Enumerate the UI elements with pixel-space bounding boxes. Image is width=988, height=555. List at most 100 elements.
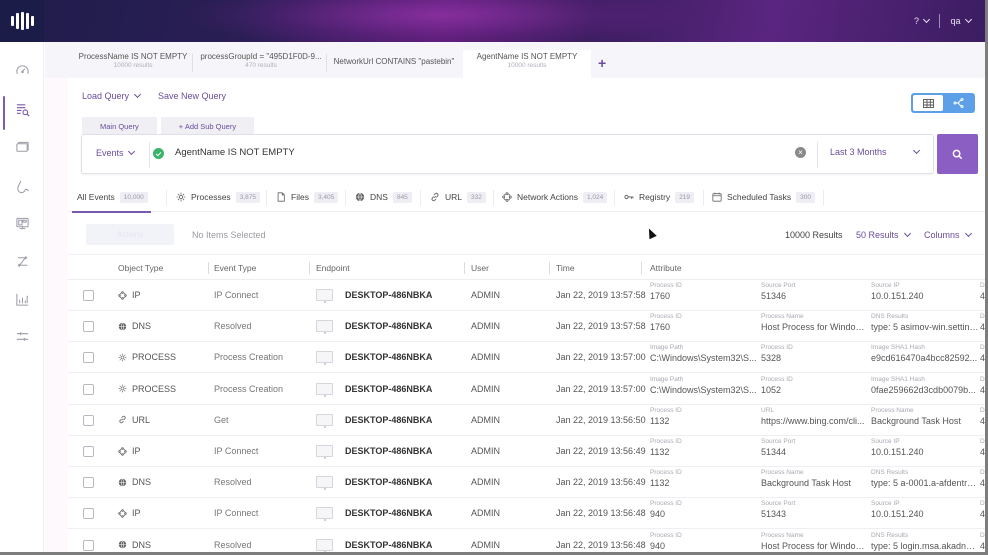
reports-chart-icon: [15, 293, 28, 306]
column-resize-handle[interactable]: [464, 262, 465, 274]
load-query-dropdown[interactable]: Load Query: [82, 90, 142, 101]
row-checkbox[interactable]: [83, 321, 94, 333]
table-row[interactable]: DNS Resolved DESKTOP-486NBKA ADMIN Jan 2…: [68, 530, 985, 552]
search-button[interactable]: [937, 134, 978, 174]
filter-network-actions[interactable]: Network Actions 1,024: [502, 182, 608, 212]
brand-logo[interactable]: [0, 0, 44, 42]
query-input[interactable]: AgentName IS NOT EMPTY: [175, 147, 295, 158]
add-sub-query-button[interactable]: + Add Sub Query: [160, 117, 255, 135]
endpoint-link[interactable]: DESKTOP-486NBKA: [345, 446, 432, 456]
row-checkbox[interactable]: [83, 508, 94, 520]
nav-endpoints[interactable]: [0, 134, 44, 160]
query-tab[interactable]: ProcessName IS NOT EMPTY 10000 results: [73, 52, 193, 78]
user-menu[interactable]: qa: [950, 15, 973, 26]
nav-devices[interactable]: [0, 210, 44, 236]
filter-url[interactable]: URL 332: [430, 182, 486, 212]
nav-event-search[interactable]: [0, 96, 44, 130]
tab-title: processGroupId = "495D1F0D-9...: [200, 52, 322, 61]
nav-reports[interactable]: [0, 286, 44, 312]
help-menu[interactable]: ?: [914, 15, 931, 26]
event-search-icon: [16, 103, 29, 116]
row-checkbox[interactable]: [83, 290, 94, 301]
attribute-value: 940: [650, 509, 666, 520]
filter-dns[interactable]: DNS 845: [355, 182, 412, 212]
row-checkbox[interactable]: [83, 446, 94, 457]
endpoint-link[interactable]: DESKTOP-486NBKA: [345, 352, 432, 362]
column-resize-handle[interactable]: [641, 262, 642, 274]
scope-dropdown[interactable]: Events: [96, 147, 135, 158]
filter-files[interactable]: Files 3,405: [276, 182, 339, 212]
tab-result-count: 10000 results: [507, 62, 547, 69]
endpoint-link[interactable]: DESKTOP-486NBKA: [345, 477, 432, 487]
file-icon: [277, 192, 285, 202]
row-checkbox[interactable]: [83, 414, 94, 426]
save-new-query-button[interactable]: Save New Query: [158, 91, 226, 101]
table-view-button[interactable]: [913, 95, 943, 111]
column-resize-handle[interactable]: [549, 262, 550, 274]
row-checkbox[interactable]: [83, 383, 94, 395]
attribute-field: Image SHA1 Hash 0fae259662d3cdb0079b...: [871, 376, 979, 395]
attribute-label: DNS Results: [871, 469, 909, 477]
time-range-chevron[interactable]: [911, 146, 921, 157]
filter-processes[interactable]: Processes 3,875: [176, 182, 260, 212]
nav-threat-hunting[interactable]: [0, 173, 44, 199]
tab-result-count: 10000 results: [113, 62, 153, 69]
column-header-endpoint[interactable]: Endpoint: [316, 263, 350, 273]
table-row[interactable]: IP IP Connect DESKTOP-486NBKA ADMIN Jan …: [68, 436, 985, 467]
divider: [817, 142, 818, 168]
columns-dropdown[interactable]: Columns: [924, 229, 972, 240]
nav-settings[interactable]: [0, 323, 44, 349]
filter-scheduled-tasks[interactable]: Scheduled Tasks 300: [712, 182, 815, 212]
column-resize-handle[interactable]: [208, 262, 209, 274]
column-header-event-type[interactable]: Event Type: [214, 263, 256, 273]
graph-view-button[interactable]: [943, 95, 973, 111]
attribute-value: 5328: [761, 353, 782, 364]
filter-registry[interactable]: Registry 219: [624, 182, 695, 212]
endpoint-link[interactable]: DESKTOP-486NBKA: [345, 508, 432, 518]
attribute-value: 10.0.151.240: [871, 447, 924, 457]
table-row[interactable]: DNS Resolved DESKTOP-486NBKA ADMIN Jan 2…: [68, 467, 985, 499]
endpoint-link[interactable]: DESKTOP-486NBKA: [345, 540, 432, 550]
endpoint-link[interactable]: DESKTOP-486NBKA: [345, 290, 432, 300]
endpoint-link[interactable]: DESKTOP-486NBKA: [345, 384, 432, 394]
column-resize-handle[interactable]: [309, 262, 310, 274]
query-tab[interactable]: processGroupId = "495D1F0D-9... 470 resu…: [195, 52, 327, 78]
clear-query-icon[interactable]: ×: [795, 147, 806, 158]
nav-network[interactable]: [0, 248, 44, 274]
table-row[interactable]: IP IP Connect DESKTOP-486NBKA ADMIN Jan …: [68, 498, 985, 530]
actions-button[interactable]: Actions: [86, 224, 174, 245]
table-row[interactable]: PROCESS Process Creation DESKTOP-486NBKA…: [68, 374, 985, 405]
main-query-tab[interactable]: Main Query: [82, 117, 157, 135]
time-cell: Jan 22, 2019 13:56:50: [556, 414, 646, 425]
attribute-label: Process Name: [761, 313, 804, 321]
endpoint-monitor-icon: [316, 445, 333, 459]
endpoint-link[interactable]: DESKTOP-486NBKA: [345, 415, 432, 425]
table-row[interactable]: IP IP Connect DESKTOP-486NBKA ADMIN Jan …: [68, 280, 985, 311]
endpoint-link[interactable]: DESKTOP-486NBKA: [345, 321, 432, 331]
table-row[interactable]: DNS Resolved DESKTOP-486NBKA ADMIN Jan 2…: [68, 311, 985, 343]
add-tab-button[interactable]: +: [598, 56, 606, 70]
time-cell: Jan 22, 2019 13:57:58: [556, 290, 646, 300]
page-size-dropdown[interactable]: 50 Results: [856, 229, 911, 240]
row-checkbox[interactable]: [83, 539, 94, 551]
table-row[interactable]: PROCESS Process Creation DESKTOP-486NBKA…: [68, 342, 985, 374]
column-header-object-type[interactable]: Object Type: [118, 263, 163, 273]
nav-dashboard[interactable]: [0, 57, 44, 83]
row-checkbox[interactable]: [83, 477, 94, 489]
query-tab-active[interactable]: AgentName IS NOT EMPTY 10000 results: [463, 50, 591, 78]
calendar-icon: [712, 192, 722, 202]
attribute-label: Process Name: [761, 469, 804, 477]
column-header-time[interactable]: Time: [556, 263, 575, 273]
column-header-attribute[interactable]: Attribute: [650, 263, 682, 273]
object-type-label: IP: [132, 290, 141, 300]
table-row[interactable]: URL Get DESKTOP-486NBKA ADMIN Jan 22, 20…: [68, 405, 985, 436]
object-type-label: DNS: [132, 539, 152, 550]
time-range-dropdown[interactable]: Last 3 Months: [830, 147, 887, 157]
attribute-label: Image SHA1 Hash: [871, 375, 925, 383]
row-checkbox[interactable]: [83, 352, 94, 364]
endpoint-monitor-icon: [316, 382, 333, 397]
column-header-user[interactable]: User: [471, 263, 489, 273]
event-type-filters: All Events 10,000 Processes 3,875 Files …: [68, 182, 985, 213]
filter-all-events[interactable]: All Events 10,000: [72, 182, 151, 213]
grid-icon: [922, 98, 934, 108]
